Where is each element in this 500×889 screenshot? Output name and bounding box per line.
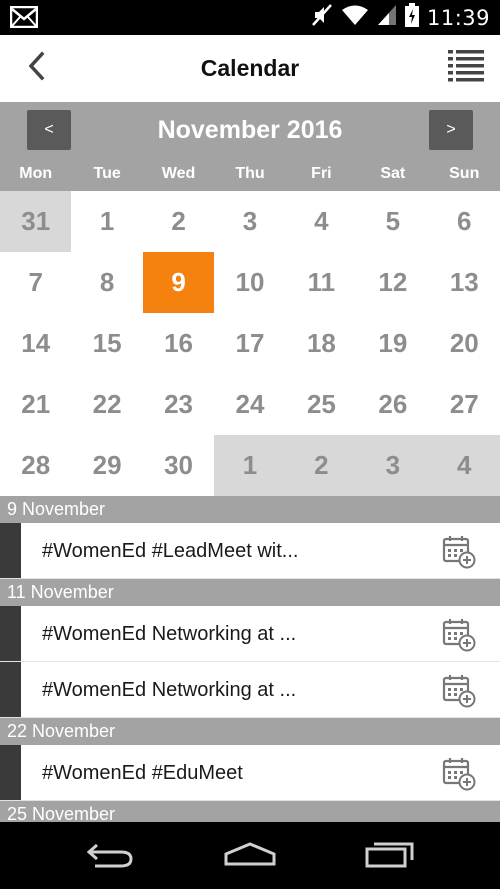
day-cell[interactable]: 21 (0, 374, 71, 435)
event-color-marker (0, 523, 21, 578)
events-list: 9 November #WomenEd #LeadMeet wit... 11 No… (0, 496, 500, 822)
date-header: 9 November (0, 496, 500, 523)
event-title: #WomenEd Networking at ... (42, 623, 297, 645)
back-icon (85, 839, 135, 874)
weekday-label: Sat (380, 165, 406, 182)
day-cell[interactable]: 17 (214, 313, 285, 374)
weekday-label: Sun (449, 165, 480, 182)
weekday-label: Thu (235, 165, 265, 182)
recents-nav-button[interactable] (360, 836, 420, 876)
day-cell[interactable]: 8 (71, 252, 142, 313)
day-cell[interactable]: 30 (143, 435, 214, 496)
list-icon (448, 48, 484, 89)
prev-month-button[interactable]: < (27, 110, 71, 150)
page-title: Calendar (200, 55, 300, 81)
day-cell[interactable]: 10 (214, 252, 285, 313)
day-cell[interactable]: 29 (71, 435, 142, 496)
day-cell-other-month[interactable]: 2 (285, 435, 358, 496)
day-cell[interactable]: 15 (71, 313, 142, 374)
day-cell[interactable]: 5 (357, 191, 428, 252)
date-header: 22 November (0, 718, 500, 745)
day-cell[interactable]: 11 (286, 252, 357, 313)
event-title: #WomenEd Networking at ... (42, 679, 297, 701)
weekday-label: Mon (19, 165, 53, 182)
calendar-add-icon (442, 536, 476, 573)
day-cell[interactable]: 4 (286, 191, 357, 252)
day-cell[interactable]: 6 (429, 191, 500, 252)
recents-icon (364, 839, 416, 874)
home-icon (223, 840, 277, 873)
status-icons: 11:39 (311, 0, 490, 35)
add-to-calendar-button[interactable] (442, 618, 476, 652)
day-cell[interactable]: 25 (286, 374, 357, 435)
calendar-add-icon (442, 619, 476, 656)
gmail-icon (9, 5, 39, 33)
mute-icon (311, 3, 333, 32)
add-to-calendar-button[interactable] (442, 674, 476, 708)
day-cell-other-month[interactable]: 4 (428, 435, 500, 496)
event-color-marker (0, 745, 21, 800)
event-title: #WomenEd #EduMeet (42, 762, 243, 784)
calendar-grid: 31 1 2 3 4 5 6 7 8 9 10 11 12 13 14 15 16 17 18 19 20 21 22 23 2… (0, 191, 500, 496)
event-title: #WomenEd #LeadMeet wit... (42, 540, 299, 562)
day-cell[interactable]: 16 (143, 313, 214, 374)
day-cell-other-month[interactable]: 31 (0, 191, 72, 252)
day-cell[interactable]: 1 (71, 191, 142, 252)
day-cell[interactable]: 2 (143, 191, 214, 252)
signal-icon (377, 4, 397, 31)
day-cell[interactable]: 7 (0, 252, 71, 313)
day-cell-other-month[interactable]: 1 (214, 435, 286, 496)
day-cell-today[interactable]: 9 (142, 252, 215, 313)
weekday-label: Fri (311, 165, 332, 182)
day-cell[interactable]: 28 (0, 435, 71, 496)
day-cell[interactable]: 13 (429, 252, 500, 313)
list-view-button[interactable] (446, 48, 486, 88)
day-cell[interactable]: 20 (429, 313, 500, 374)
event-color-marker (0, 662, 21, 717)
chevron-left-icon (26, 51, 46, 86)
event-row[interactable]: #WomenEd #EduMeet (0, 745, 500, 801)
event-row[interactable]: #WomenEd Networking at ... (0, 662, 500, 718)
date-header: 11 November (0, 579, 500, 606)
calendar-add-icon (442, 758, 476, 795)
month-title: November 2016 (157, 116, 343, 144)
calendar-add-icon (442, 675, 476, 712)
day-cell[interactable]: 24 (214, 374, 285, 435)
event-row[interactable]: #WomenEd #LeadMeet wit... (0, 523, 500, 579)
wifi-icon (341, 4, 369, 31)
event-color-marker (0, 606, 21, 661)
day-cell[interactable]: 19 (357, 313, 428, 374)
next-month-button[interactable]: > (429, 110, 473, 150)
event-row[interactable]: #WomenEd Networking at ... (0, 606, 500, 662)
day-cell[interactable]: 18 (286, 313, 357, 374)
weekday-label: Tue (93, 165, 121, 182)
day-cell[interactable]: 22 (71, 374, 142, 435)
day-cell[interactable]: 14 (0, 313, 71, 374)
add-to-calendar-button[interactable] (442, 757, 476, 791)
weekday-header: Mon Tue Wed Thu Fri Sat Sun (0, 159, 500, 191)
day-cell[interactable]: 26 (357, 374, 428, 435)
day-cell[interactable]: 23 (143, 374, 214, 435)
date-header: 25 November (0, 801, 500, 822)
day-cell[interactable]: 3 (214, 191, 285, 252)
battery-icon (404, 3, 419, 32)
clock: 11:39 (426, 5, 490, 30)
month-bar: < November 2016 > (0, 102, 500, 159)
status-bar: 11:39 (0, 0, 500, 35)
day-cell-other-month[interactable]: 3 (357, 435, 429, 496)
back-button[interactable] (18, 50, 54, 86)
add-to-calendar-button[interactable] (442, 535, 476, 569)
day-cell[interactable]: 12 (357, 252, 428, 313)
home-nav-button[interactable] (220, 836, 280, 876)
app-header: Calendar (0, 35, 500, 102)
back-nav-button[interactable] (80, 836, 140, 876)
day-cell[interactable]: 27 (429, 374, 500, 435)
system-nav-bar (0, 822, 500, 889)
weekday-label: Wed (161, 165, 196, 182)
